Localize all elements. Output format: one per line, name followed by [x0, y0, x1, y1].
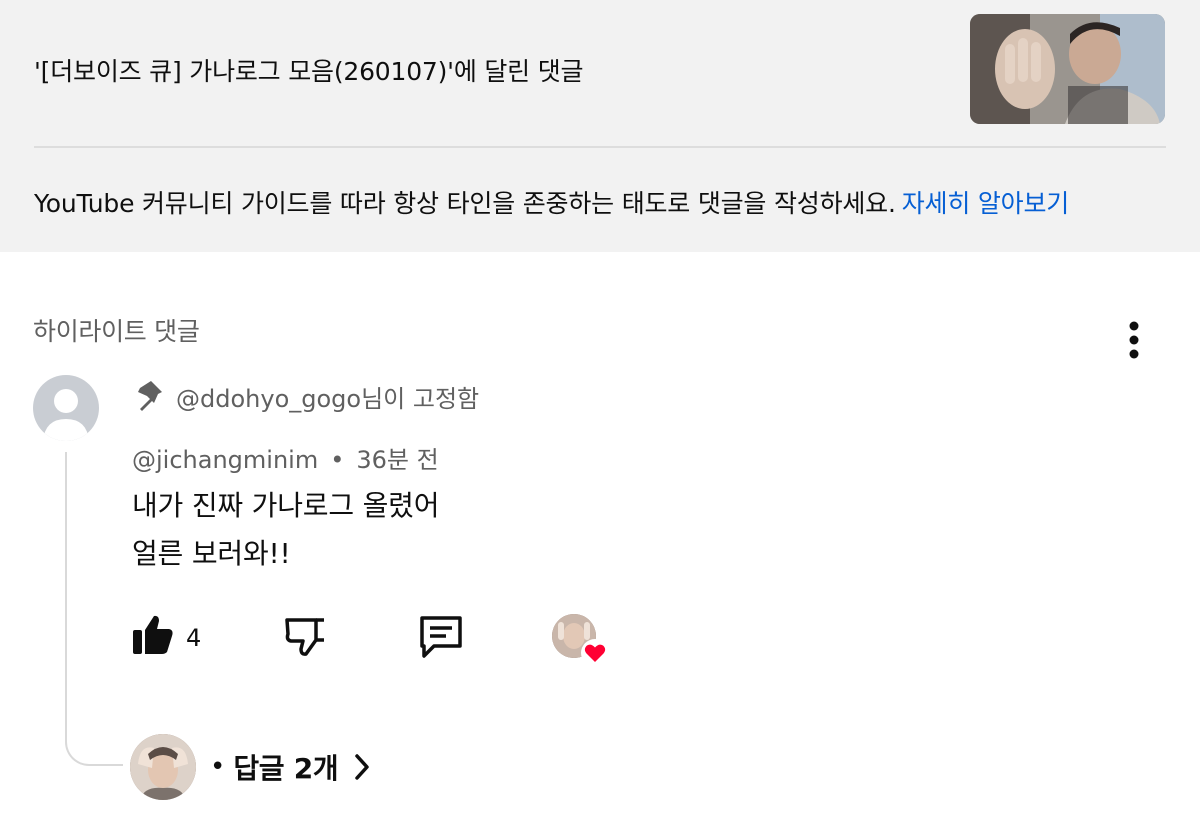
thumbs-down-icon	[285, 618, 324, 656]
comments-header-panel: '[더보이즈 큐] 가나로그 모음(260107)'에 달린 댓글 YouTub…	[0, 0, 1200, 252]
comment-icon	[420, 616, 462, 658]
video-thumbnail[interactable]	[970, 14, 1165, 124]
reply-author-avatar	[130, 734, 196, 800]
comment-author[interactable]: @jichangminim	[132, 446, 318, 474]
like-count: 4	[186, 624, 202, 652]
heart-badge	[580, 638, 610, 668]
reply-button[interactable]	[416, 612, 466, 662]
comment-action-bar: 4	[0, 600, 1200, 680]
more-options-button[interactable]	[1116, 316, 1152, 364]
community-guidelines-notice: YouTube 커뮤니티 가이드를 따라 항상 타인을 존중하는 태도로 댓글을…	[34, 184, 1069, 220]
video-comments-title: '[더보이즈 큐] 가나로그 모음(260107)'에 달린 댓글	[34, 57, 584, 86]
comments-page: '[더보이즈 큐] 가나로그 모음(260107)'에 달린 댓글 YouTub…	[0, 0, 1200, 832]
pinned-by-text: @ddohyo_gogo님이 고정함	[176, 384, 480, 413]
thumbs-up-filled-icon	[133, 615, 173, 654]
pinned-indicator: @ddohyo_gogo님이 고정함	[134, 376, 479, 416]
view-replies-button[interactable]: • 답글 2개	[130, 734, 372, 800]
heart-icon	[581, 639, 609, 667]
comment-line: 내가 진짜 가나로그 올렸어	[132, 489, 440, 522]
comment-meta: @jichangminim • 36분 전	[132, 440, 439, 475]
commenter-avatar[interactable]	[33, 375, 99, 441]
pin-icon	[138, 381, 162, 411]
dislike-button[interactable]	[282, 612, 328, 658]
more-vertical-icon	[1129, 321, 1139, 359]
meta-separator: •	[330, 446, 345, 474]
learn-more-link[interactable]: 자세히 알아보기	[902, 189, 1070, 218]
creator-heart-badge	[552, 614, 610, 668]
comment-time[interactable]: 36분 전	[356, 446, 438, 474]
chevron-right-icon	[352, 752, 372, 782]
guidelines-text: YouTube 커뮤니티 가이드를 따라 항상 타인을 존중하는 태도로 댓글을…	[34, 189, 896, 218]
like-button[interactable]	[130, 612, 176, 658]
comment-line: 얼른 보러와!!	[132, 537, 291, 570]
highlighted-comments-heading: 하이라이트 댓글	[33, 317, 200, 346]
replies-count-label: 답글 2개	[233, 752, 339, 785]
header-divider	[34, 146, 1166, 148]
replies-separator: •	[210, 752, 226, 782]
comment-text: 내가 진짜 가나로그 올렸어 얼른 보러와!!	[132, 482, 439, 578]
